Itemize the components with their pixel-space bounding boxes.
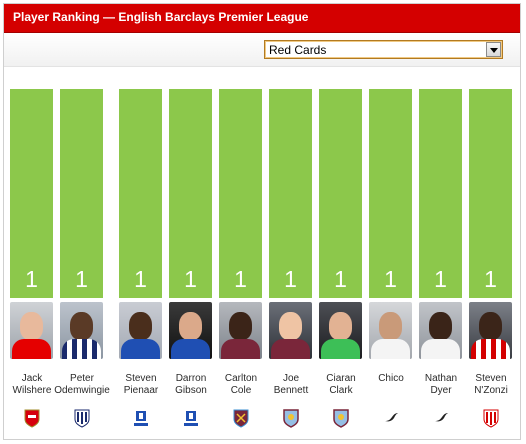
bar-value: 1 bbox=[184, 266, 197, 292]
aston-villa-crest-icon bbox=[333, 409, 349, 428]
everton-crest-icon bbox=[184, 411, 198, 426]
west-brom-crest-icon bbox=[74, 409, 90, 428]
swansea-crest-icon bbox=[435, 413, 448, 422]
ranking-bar: 1 bbox=[269, 89, 312, 298]
swansea-crest-icon bbox=[385, 413, 398, 422]
ranking-bar: 1 bbox=[119, 89, 162, 298]
player-photo bbox=[60, 302, 103, 359]
player-photo bbox=[419, 302, 462, 359]
bar-value: 1 bbox=[384, 266, 397, 292]
player-item[interactable]: 1 Ciaran Clark bbox=[317, 89, 367, 439]
player-photo bbox=[269, 302, 312, 359]
ranking-bar: 1 bbox=[419, 89, 462, 298]
widget-header: Player Ranking — English Barclays Premie… bbox=[4, 4, 520, 33]
player-name: Peter Odemwingie bbox=[54, 373, 110, 396]
bar-value: 1 bbox=[25, 266, 38, 292]
filter-toolbar: Red Cards bbox=[4, 33, 520, 67]
ranking-widget: Player Ranking — English Barclays Premie… bbox=[3, 3, 521, 440]
ranking-bar: 1 bbox=[10, 89, 53, 298]
stat-select-value: Red Cards bbox=[269, 43, 327, 57]
chevron-down-icon[interactable] bbox=[486, 42, 501, 57]
bar-value: 1 bbox=[434, 266, 447, 292]
ranking-bar: 1 bbox=[369, 89, 412, 298]
player-photo bbox=[319, 302, 362, 359]
player-item[interactable]: 1 Joe Bennett bbox=[267, 89, 317, 439]
bar-value: 1 bbox=[484, 266, 497, 292]
ranking-bar: 1 bbox=[469, 89, 512, 298]
player-photo bbox=[119, 302, 162, 359]
west-ham-crest-icon bbox=[233, 409, 249, 428]
player-photo bbox=[169, 302, 212, 359]
player-item[interactable]: 1 Steven N'Zonzi bbox=[467, 89, 517, 439]
player-item[interactable]: 1 Steven Pienaar bbox=[117, 89, 167, 439]
ranking-bar: 1 bbox=[60, 89, 103, 298]
player-item[interactable]: 1 Nathan Dyer bbox=[417, 89, 467, 439]
stat-select[interactable]: Red Cards bbox=[264, 40, 503, 59]
bar-value: 1 bbox=[334, 266, 347, 292]
arsenal-crest-icon bbox=[24, 409, 40, 428]
ranking-bar: 1 bbox=[319, 89, 362, 298]
widget-title: Player Ranking — English Barclays Premie… bbox=[13, 10, 309, 24]
player-item[interactable]: 1 Chico bbox=[367, 89, 417, 439]
player-item[interactable]: 1 Carlton Cole bbox=[217, 89, 267, 439]
player-photo bbox=[219, 302, 262, 359]
aston-villa-crest-icon bbox=[283, 409, 299, 428]
bar-value: 1 bbox=[134, 266, 147, 292]
player-item[interactable]: 1 Darron Gibson bbox=[167, 89, 217, 439]
ranking-bar: 1 bbox=[169, 89, 212, 298]
player-list: 1 Jack Wilshere 1 Peter Odemwingie 1 Ste… bbox=[4, 89, 520, 439]
bar-value: 1 bbox=[75, 266, 88, 292]
stoke-crest-icon bbox=[483, 409, 499, 428]
player-photo bbox=[469, 302, 512, 359]
player-photo bbox=[10, 302, 53, 359]
everton-crest-icon bbox=[134, 411, 148, 426]
player-item[interactable]: 1 Jack Wilshere bbox=[8, 89, 58, 439]
player-name: Steven N'Zonzi bbox=[474, 373, 508, 396]
ranking-bar: 1 bbox=[219, 89, 262, 298]
player-photo bbox=[369, 302, 412, 359]
bar-value: 1 bbox=[234, 266, 247, 292]
bar-value: 1 bbox=[284, 266, 297, 292]
player-item[interactable]: 1 Peter Odemwingie bbox=[54, 89, 110, 439]
